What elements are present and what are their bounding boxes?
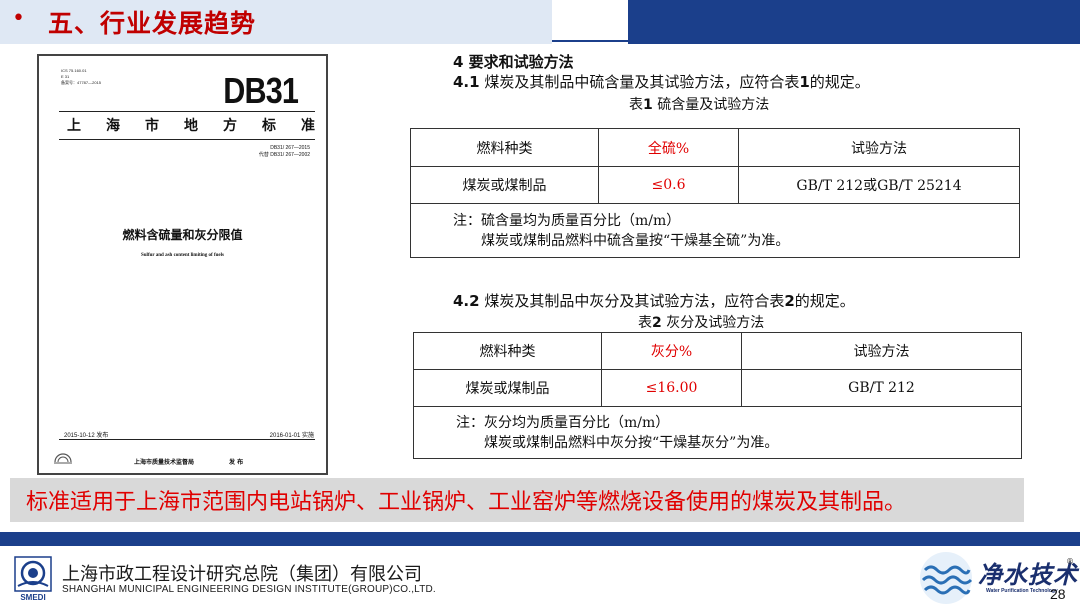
table1-data-row: 煤炭或煤制品 ≤0.6 GB/T 212或GB/T 25214 bbox=[410, 166, 1020, 204]
company-name-en: SHANGHAI MUNICIPAL ENGINEERING DESIGN IN… bbox=[62, 584, 436, 595]
cover-org-char: 准 bbox=[301, 118, 315, 134]
cover-issue-date: 2015-10-12 发布 bbox=[64, 433, 109, 439]
table1-note-row: 注：硫含量均为质量百分比（m/m） 煤炭或煤制品燃料中硫含量按“干燥基全硫”为准… bbox=[410, 203, 1020, 258]
table2-caption-label: 表 bbox=[638, 315, 652, 331]
table1-header-sulfur: 全硫% bbox=[598, 128, 739, 167]
paragraph-4-2-text-b: 的规定。 bbox=[794, 292, 855, 310]
cover-record: 备案号：47787—2015 bbox=[61, 80, 102, 85]
paragraph-4-2-ref: 2 bbox=[784, 292, 795, 310]
table2-caption-number: 2 bbox=[652, 315, 662, 331]
paragraph-4-2-text-a: 煤炭及其制品中灰分及其试验方法，应符合表 bbox=[479, 292, 785, 310]
company-name-cn: 上海市政工程设计研究总院（集团）有限公司 bbox=[62, 564, 422, 585]
table2-note-line1: 注：灰分均为质量百分比（m/m） bbox=[456, 414, 670, 431]
cover-rule-bottom bbox=[59, 439, 315, 440]
brand-registered-mark: ® bbox=[1066, 557, 1074, 566]
cover-rule-top bbox=[59, 111, 315, 112]
page-number: 28 bbox=[1050, 586, 1066, 602]
table1-header-fuel: 燃料种类 bbox=[410, 128, 599, 167]
table1-note-line1: 注：硫含量均为质量百分比（m/m） bbox=[453, 212, 681, 229]
cover-org-char: 地 bbox=[184, 118, 198, 134]
table1-cell-sulfur: ≤0.6 bbox=[598, 166, 739, 204]
slide-title: 五、行业发展趋势 bbox=[48, 9, 257, 38]
table2-note: 注：灰分均为质量百分比（m/m） 煤炭或煤制品燃料中灰分按“干燥基灰分”为准。 bbox=[413, 406, 1022, 459]
table1-note: 注：硫含量均为质量百分比（m/m） 煤炭或煤制品燃料中硫含量按“干燥基全硫”为准… bbox=[410, 203, 1020, 258]
table2-cell-method: GB/T 212 bbox=[741, 369, 1022, 407]
cover-subtitle: Sulfur and ash content limiting of fuels bbox=[141, 253, 224, 258]
cover-db-mark: DB31 bbox=[223, 70, 299, 111]
cover-rule-mid bbox=[59, 139, 315, 140]
cover-organization: 上 海 市 地 方 标 准 bbox=[67, 115, 315, 135]
header-divider bbox=[552, 40, 628, 42]
cover-org-char: 海 bbox=[106, 118, 120, 134]
table2-note-row: 注：灰分均为质量百分比（m/m） 煤炭或煤制品燃料中灰分按“干燥基灰分”为准。 bbox=[413, 406, 1022, 459]
cover-code: DB31/ 267—2015 代替 DB31/ 267—2002 bbox=[259, 145, 310, 159]
header-blue-block bbox=[628, 0, 1080, 44]
table1-cell-fuel: 煤炭或煤制品 bbox=[410, 166, 599, 204]
cover-impl-date: 2016-01-01 实施 bbox=[269, 433, 314, 439]
standard-cover-image: ICS 75.160.01 E 31 备案号：47787—2015 DB31 上… bbox=[37, 54, 328, 475]
cover-org-char: 标 bbox=[262, 118, 276, 134]
publisher-seal-icon bbox=[54, 453, 72, 464]
paragraph-4-1-text-b: 的规定。 bbox=[809, 73, 870, 91]
brand-subtitle: Water Purification Technology bbox=[986, 588, 1058, 594]
paragraph-4-2: 4.2 煤炭及其制品中灰分及其试验方法，应符合表2的规定。 bbox=[453, 290, 855, 311]
table2-note-line2: 煤炭或煤制品燃料中灰分按“干燥基灰分”为准。 bbox=[484, 434, 779, 451]
table1-header-row: 燃料种类 全硫% 试验方法 bbox=[410, 128, 1020, 167]
cover-org-char: 上 bbox=[67, 118, 81, 134]
table-ash: 燃料种类 灰分% 试验方法 煤炭或煤制品 ≤16.00 GB/T 212 注：灰… bbox=[413, 332, 1022, 459]
table2-header-ash: 灰分% bbox=[601, 332, 742, 370]
paragraph-4-1-ref: 1 bbox=[799, 73, 810, 91]
table1-header-method: 试验方法 bbox=[738, 128, 1020, 167]
table2-caption: 表2 灰分及试验方法 bbox=[638, 312, 764, 332]
table1-cell-method: GB/T 212或GB/T 25214 bbox=[738, 166, 1020, 204]
table2-cell-ash: ≤16.00 bbox=[601, 369, 742, 407]
cover-publish-mark: 发 布 bbox=[229, 459, 244, 466]
table2-header-method: 试验方法 bbox=[741, 332, 1022, 370]
cover-title: 燃料含硫量和灰分限值 bbox=[122, 228, 243, 242]
table1-caption: 表1 硫含量及试验方法 bbox=[629, 94, 769, 114]
brand-name: 净水技术 bbox=[978, 560, 1078, 589]
table1-caption-number: 1 bbox=[643, 97, 653, 113]
cover-code-number: DB31/ 267—2015 bbox=[270, 145, 310, 151]
smedi-logo-icon: SMEDI bbox=[14, 556, 52, 602]
table2-header-fuel: 燃料种类 bbox=[413, 332, 602, 370]
scope-statement: 标准适用于上海市范围内电站锅炉、工业锅炉、工业窑炉等燃烧设备使用的煤炭及其制品。 bbox=[26, 490, 907, 515]
cover-org-char: 方 bbox=[223, 118, 237, 134]
paragraph-4-2-number: 4.2 bbox=[453, 292, 480, 310]
table1-caption-title: 硫含量及试验方法 bbox=[652, 97, 770, 113]
table2-cell-fuel: 煤炭或煤制品 bbox=[413, 369, 602, 407]
water-tech-logo-icon bbox=[920, 552, 973, 604]
table1-note-line2: 煤炭或煤制品燃料中硫含量按“干燥基全硫”为准。 bbox=[481, 232, 790, 249]
table2-caption-title: 灰分及试验方法 bbox=[661, 315, 765, 331]
table-sulfur: 燃料种类 全硫% 试验方法 煤炭或煤制品 ≤0.6 GB/T 212或GB/T … bbox=[410, 128, 1020, 258]
title-bullet: • bbox=[12, 6, 25, 31]
cover-code-replaces: 代替 DB31/ 267—2002 bbox=[258, 152, 310, 158]
paragraph-4-1-number: 4.1 bbox=[453, 73, 480, 91]
paragraph-4-1: 4.1 煤炭及其制品中硫含量及其试验方法，应符合表1的规定。 bbox=[453, 71, 870, 92]
paragraph-4-1-text-a: 煤炭及其制品中硫含量及其试验方法，应符合表 bbox=[479, 73, 800, 91]
cover-org-char: 市 bbox=[145, 118, 159, 134]
table2-header-row: 燃料种类 灰分% 试验方法 bbox=[413, 332, 1022, 370]
table1-caption-label: 表 bbox=[629, 97, 643, 113]
smedi-logo-text: SMEDI bbox=[20, 593, 45, 602]
footer-bar bbox=[0, 532, 1080, 546]
section-heading: 4 要求和试验方法 bbox=[453, 53, 574, 71]
table2-data-row: 煤炭或煤制品 ≤16.00 GB/T 212 bbox=[413, 369, 1022, 407]
cover-publisher: 上海市质量技术监督局 bbox=[134, 459, 195, 466]
